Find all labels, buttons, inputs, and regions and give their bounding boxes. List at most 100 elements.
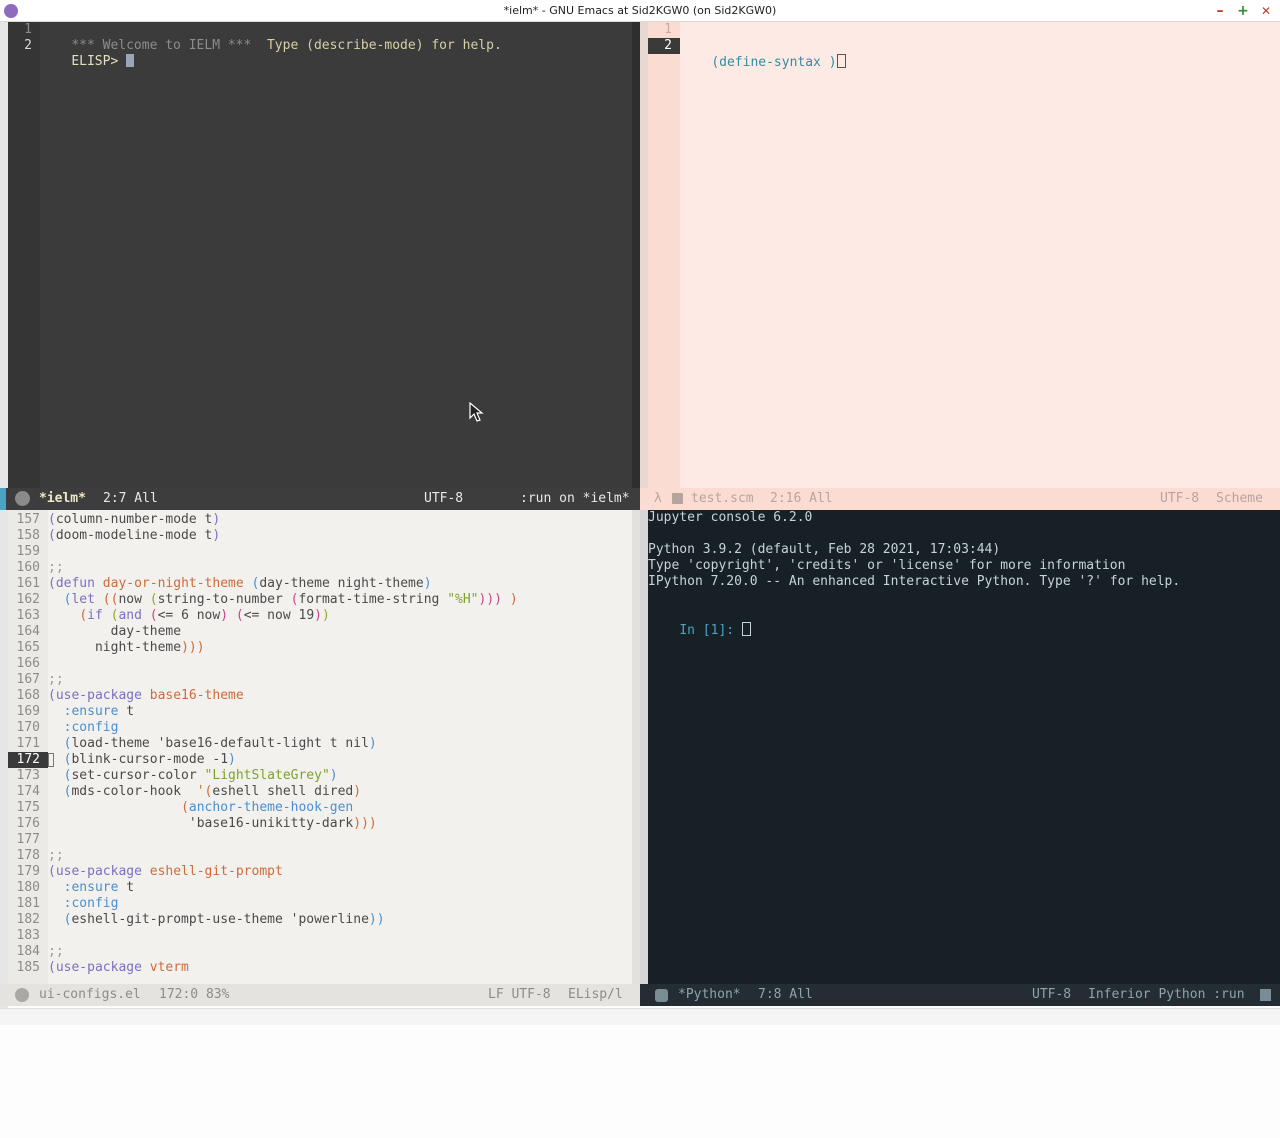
code-token: "LightSlateGrey" [204,768,330,783]
code-token: ) [314,608,322,623]
code-token: :ensure [63,704,119,719]
line-number-current: 2 [24,38,32,53]
code-token: ( [48,688,56,703]
buffer-name[interactable]: *Python* [678,984,741,1006]
ielm-help-text: Type (describe-mode) for help. [251,38,502,53]
code-token: ;; [48,944,64,959]
encoding[interactable]: UTF-8 [1032,984,1071,1006]
process-status[interactable]: :run on *ielm* [520,488,630,510]
code-token: ))) [353,816,377,831]
close-button[interactable]: ✕ [1257,2,1275,20]
code-token: <= 6 now [157,608,221,623]
code-area[interactable]: (column-number-mode t) (doom-modeline-mod… [48,510,632,984]
window-titlebar: *ielm* - GNU Emacs at Sid2KGW0 (on Sid2K… [0,0,1280,22]
line-number: 170 [16,720,40,735]
window-title: *ielm* - GNU Emacs at Sid2KGW0 (on Sid2K… [503,4,777,17]
code-token: ) [502,592,518,607]
maximize-button[interactable]: + [1234,2,1252,20]
code-token: and [118,608,142,623]
encoding[interactable]: UTF-8 [1160,488,1199,510]
encoding[interactable]: UTF-8 [424,488,463,510]
code-line: 'base16-unikitty-dark))) [48,816,377,832]
code-token: ) [212,512,221,527]
code-token: t [118,880,135,895]
line-number: 181 [16,896,40,911]
minibuffer[interactable] [0,1008,1280,1025]
code-token: ))) [181,640,205,655]
code-token: ))) [478,592,502,607]
code-token: vterm [149,960,189,975]
buffer-name[interactable]: ui-configs.el [39,984,141,1006]
major-mode[interactable]: Scheme [1216,488,1263,510]
code-line: day-theme [48,624,181,640]
line-number: 177 [16,832,40,847]
code-token: let [71,592,95,607]
code-token: 'powerline [290,912,369,927]
code-token: ) [220,608,229,623]
code-token: :config [63,720,119,735]
elisp-window[interactable]: 157 158 159 160 161 162 163 164 165 166 167 168 169 1… [8,510,640,984]
active-window-indicator [0,488,6,510]
code-line: :ensure t [48,880,134,896]
line-number: 165 [16,640,40,655]
code-token: )) [368,912,385,927]
text-cursor[interactable] [836,54,846,68]
code-line: (use-package eshell-git-prompt [48,864,283,880]
code-token: ( [181,800,189,815]
minimize-button[interactable]: – [1211,2,1229,20]
text-cursor[interactable] [741,622,751,636]
line-number: 179 [16,864,40,879]
code-token: ) [368,736,377,751]
line-number: 171 [16,736,40,751]
python-window[interactable]: Jupyter console 6.2.0 Python 3.9.2 (defa… [648,510,1280,984]
major-mode[interactable]: Inferior Python :run [1088,984,1245,1006]
code-token: ) [228,752,236,767]
line-number-gutter: 157 158 159 160 161 162 163 164 165 166 167 168 169 1… [8,510,48,984]
window-divider[interactable] [640,510,648,984]
code-token: blink-cursor-mode -1 [71,752,229,767]
encoding[interactable]: LF UTF-8 [488,984,551,1006]
major-mode[interactable]: ELisp/l [568,984,623,1006]
code-line: (defun day-or-night-theme (day-theme nig… [48,576,432,592]
scheme-code: (define-syntax ) [711,55,837,70]
code-token: defun [55,576,95,591]
code-token: day-theme [48,624,182,639]
code-token: ( [48,960,56,975]
code-token: 'base16-default-light t nil [157,736,369,751]
code-token: now [118,592,150,607]
lambda-icon: λ [654,491,662,506]
code-line: ;; [48,560,64,576]
ielm-window[interactable]: 1 2 *** Welcome to IELM *** Type (descri… [8,22,640,488]
scrollbar[interactable] [632,510,640,984]
scheme-window[interactable]: 1 2 (define-syntax ) [648,22,1280,488]
code-token: :ensure [63,880,119,895]
line-number: 180 [16,880,40,895]
scheme-modeline[interactable]: λ test.scm 2:16 All UTF-8 Scheme [640,488,1280,510]
python-version-line: Python 3.9.2 (default, Feb 28 2021, 17:0… [648,542,1001,557]
elisp-modeline[interactable]: ui-configs.el 172:0 83% LF UTF-8 ELisp/l [0,984,640,1006]
text-cursor[interactable] [126,54,135,67]
scrollbar[interactable] [632,22,640,488]
code-line: (column-number-mode t) [48,512,220,528]
ielm-modeline[interactable]: *ielm* 2:7 All UTF-8 :run on *ielm* [0,488,640,510]
python-modeline[interactable]: *Python* 7:8 All UTF-8 Inferior Python :… [640,984,1280,1006]
line-number: 160 [16,560,40,575]
buffer-name[interactable]: test.scm [691,488,754,510]
window-divider[interactable] [640,22,648,488]
code-token: ) [212,528,221,543]
code-token: ( [79,608,88,623]
code-line: (anchor-theme-hook-gen [48,800,353,816]
cursor-position: 2:16 All [770,491,833,506]
code-token: "%H" [447,592,479,607]
cursor-position: 7:8 All [758,987,813,1002]
cursor-position: 172:0 83% [159,987,230,1002]
buffer-name[interactable]: *ielm* [39,488,86,510]
